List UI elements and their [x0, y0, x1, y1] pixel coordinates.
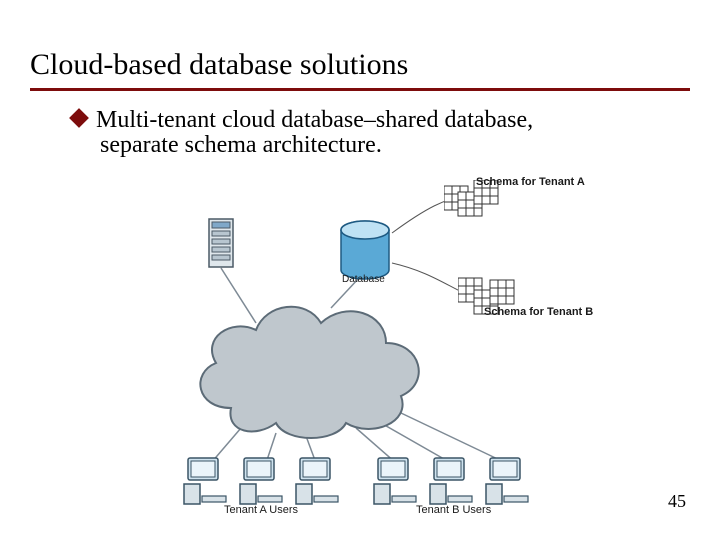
pc-icon [484, 456, 532, 506]
tenant-b-users-label: Tenant B Users [416, 504, 491, 516]
diamond-bullet-icon [69, 108, 89, 128]
pc-icon [294, 456, 342, 506]
server-icon [208, 218, 234, 268]
architecture-diagram: Database Schema for Tenant A [146, 178, 590, 508]
title-underline [30, 88, 690, 91]
page-title: Cloud-based database solutions [30, 48, 408, 82]
pc-icon [428, 456, 476, 506]
bullet-text-line2: separate schema architecture. [100, 131, 652, 160]
pc-icon [238, 456, 286, 506]
bullet-text-line1: Multi-tenant cloud database–shared datab… [96, 107, 533, 133]
slide: Cloud-based database solutions Multi-ten… [0, 0, 720, 540]
schema-b-label: Schema for Tenant B [484, 306, 593, 318]
bullet-item: Multi-tenant cloud database–shared datab… [72, 106, 652, 160]
page-number: 45 [668, 491, 686, 512]
pc-icon [182, 456, 230, 506]
pc-icon [372, 456, 420, 506]
cloud-icon [186, 288, 436, 443]
database-label: Database [342, 274, 385, 285]
schema-a-label: Schema for Tenant A [476, 176, 585, 188]
tenant-a-users-label: Tenant A Users [224, 504, 298, 516]
database-icon [338, 220, 392, 282]
